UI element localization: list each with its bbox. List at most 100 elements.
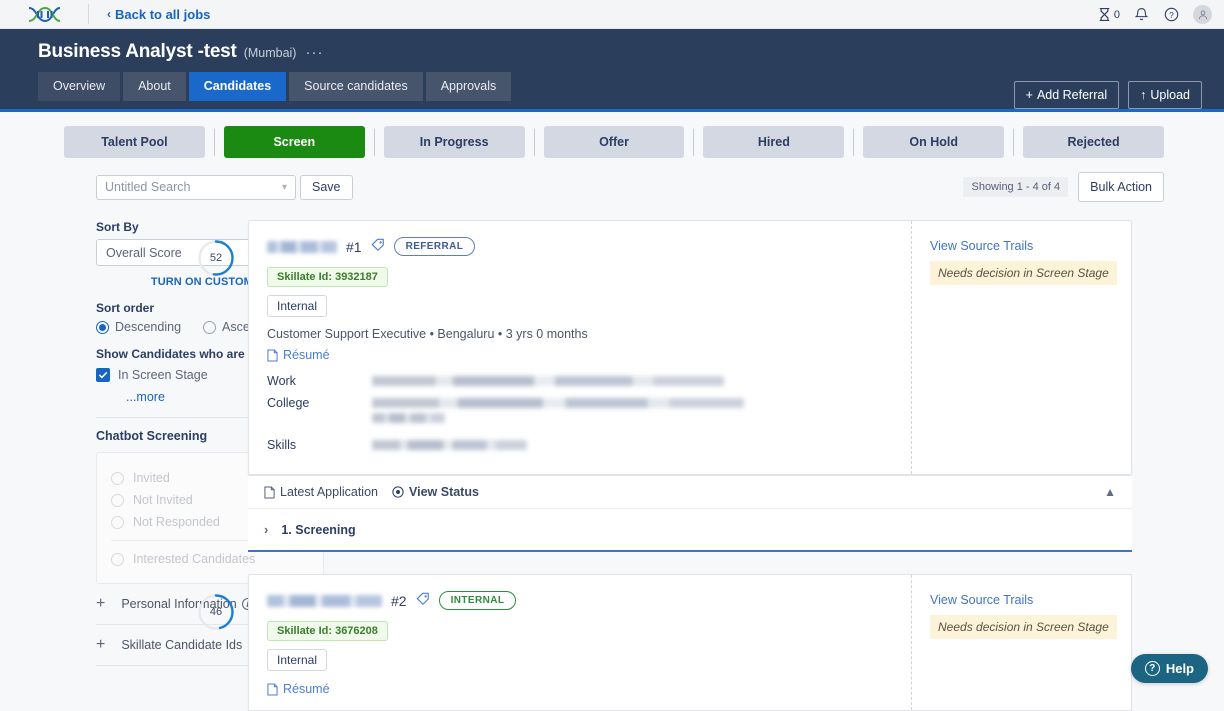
sort-by-value: Overall Score	[106, 246, 182, 260]
radio-descending-label: Descending	[115, 320, 181, 334]
internal-tag: Internal	[267, 649, 327, 671]
search-row: Untitled Search ▾ Save Showing 1 - 4 of …	[0, 158, 1224, 202]
radio-dot-icon	[111, 553, 124, 566]
candidate-rank: #2	[391, 593, 407, 609]
tab-source-candidates[interactable]: Source candidates	[289, 72, 423, 101]
bulk-action-button[interactable]: Bulk Action	[1078, 172, 1164, 202]
radio-descending[interactable]: Descending	[96, 320, 181, 334]
upload-button[interactable]: ↑ Upload	[1128, 81, 1202, 109]
upload-arrow-icon: ↑	[1140, 88, 1146, 102]
candidate-badge: REFERRAL	[394, 237, 476, 256]
radio-dot-selected-icon	[96, 321, 109, 334]
add-referral-button[interactable]: + Add Referral	[1014, 81, 1120, 109]
stage-row-screening[interactable]: › 1. Screening	[248, 508, 1132, 552]
header-action-buttons: + Add Referral ↑ Upload	[1014, 81, 1202, 109]
dna-helix-icon	[27, 6, 61, 23]
hourglass-icon[interactable]: 0	[1096, 6, 1120, 23]
latest-application-link[interactable]: Latest Application	[264, 485, 378, 499]
score-and-trails: 52 View Source Trails Needs decision in …	[930, 239, 1117, 285]
candidate-card-1: #1 REFERRAL Skillate Id: 3932187 Interna…	[248, 220, 1132, 552]
upload-label: Upload	[1150, 88, 1190, 102]
status-circle-icon	[392, 486, 404, 498]
question-circle-icon: ?	[1145, 661, 1160, 676]
view-source-trails-link[interactable]: View Source Trails	[930, 239, 1117, 253]
plus-icon: +	[96, 596, 105, 612]
detail-value-redacted	[372, 396, 911, 428]
saved-search-select[interactable]: Untitled Search ▾	[96, 175, 296, 200]
chevron-up-icon[interactable]: ▲	[1104, 485, 1116, 499]
detail-row-work: Work	[267, 374, 911, 391]
chatbot-option-label: Interested Candidates	[133, 552, 255, 566]
stage-in-progress[interactable]: In Progress	[384, 126, 525, 158]
checkbox-in-screen-stage[interactable]: In Screen Stage	[96, 368, 248, 382]
detail-value-redacted	[372, 374, 911, 391]
radio-dot-icon	[203, 321, 216, 334]
checkbox-checked-icon	[96, 368, 110, 382]
detail-key: College	[267, 396, 372, 428]
candidate-name-row: #1 REFERRAL	[267, 237, 911, 256]
dna-helix-logo[interactable]	[0, 6, 88, 23]
tag-icon[interactable]	[416, 592, 430, 609]
view-source-trails-link[interactable]: View Source Trails	[930, 593, 1117, 607]
user-avatar-icon[interactable]	[1193, 5, 1212, 24]
document-icon	[264, 486, 275, 499]
stage-screen[interactable]: Screen	[224, 126, 365, 158]
plus-icon: +	[96, 637, 105, 653]
job-more-options-icon[interactable]: ···	[305, 44, 323, 61]
show-more-link[interactable]: ...more	[126, 390, 248, 404]
chevron-left-icon: ‹	[107, 7, 111, 21]
add-referral-label: Add Referral	[1037, 88, 1107, 102]
chatbot-option-label: Invited	[133, 471, 170, 485]
candidate-name-redacted	[267, 595, 382, 607]
stage-hired[interactable]: Hired	[703, 126, 844, 158]
accordion-skillate-candidate-ids-label: Skillate Candidate Ids	[121, 638, 242, 652]
save-search-button[interactable]: Save	[300, 175, 353, 200]
tab-approvals[interactable]: Approvals	[426, 72, 512, 101]
stage-offer[interactable]: Offer	[544, 126, 685, 158]
sort-order-label: Sort order	[96, 301, 248, 315]
detail-row-skills: Skills	[267, 438, 911, 455]
sort-by-label: Sort By	[96, 220, 248, 234]
resume-link[interactable]: Résumé	[267, 682, 911, 696]
resume-label: Résumé	[283, 682, 330, 696]
show-candidates-label: Show Candidates who are	[96, 347, 248, 361]
content-area: Sort By Overall Score ▾ TURN ON CUSTOM W…	[0, 202, 1224, 711]
stage-divider	[214, 129, 215, 156]
tag-icon[interactable]	[371, 238, 385, 255]
candidate-name-redacted	[267, 241, 337, 253]
chevron-down-icon: ▾	[282, 182, 287, 193]
tab-overview[interactable]: Overview	[38, 72, 120, 101]
back-to-all-jobs-label: Back to all jobs	[115, 7, 210, 22]
help-button[interactable]: ? Help	[1131, 654, 1208, 683]
document-icon	[267, 349, 278, 362]
candidate-meta: Customer Support Executive • Bengaluru •…	[267, 327, 911, 341]
stage-on-hold[interactable]: On Hold	[863, 126, 1004, 158]
avatar-glyph	[1197, 9, 1209, 21]
bell-icon[interactable]	[1133, 6, 1150, 23]
view-status-link[interactable]: View Status	[392, 485, 479, 499]
document-icon	[267, 683, 278, 696]
saved-search-value: Untitled Search	[105, 180, 190, 194]
tab-about[interactable]: About	[123, 72, 186, 101]
chatbot-screening-label: Chatbot Screening	[96, 429, 207, 443]
tab-candidates[interactable]: Candidates	[189, 72, 286, 101]
overall-score-ring: 52	[197, 239, 235, 277]
help-circle-icon[interactable]: ?	[1163, 6, 1180, 23]
source-trails-block: View Source Trails Needs decision in Scr…	[930, 593, 1117, 639]
stage-divider	[693, 129, 694, 156]
topbar-divider	[88, 4, 89, 24]
radio-dot-icon	[111, 494, 124, 507]
candidate-rank: #1	[346, 239, 362, 255]
detail-key: Work	[267, 374, 372, 391]
hourglass-count: 0	[1114, 9, 1120, 21]
stage-rejected[interactable]: Rejected	[1023, 126, 1164, 158]
svg-text:?: ?	[1169, 11, 1174, 20]
overall-score-value: 46	[197, 593, 235, 631]
status-note: Needs decision in Screen Stage	[930, 261, 1117, 285]
back-to-all-jobs-link[interactable]: ‹ Back to all jobs	[107, 7, 210, 22]
candidate-main-info: #2 INTERNAL Skillate Id: 3676208 Interna…	[249, 575, 911, 710]
stage-talent-pool[interactable]: Talent Pool	[64, 126, 205, 158]
resume-link[interactable]: Résumé	[267, 348, 911, 362]
internal-tag: Internal	[267, 295, 327, 317]
source-trails-block: View Source Trails Needs decision in Scr…	[930, 239, 1117, 285]
